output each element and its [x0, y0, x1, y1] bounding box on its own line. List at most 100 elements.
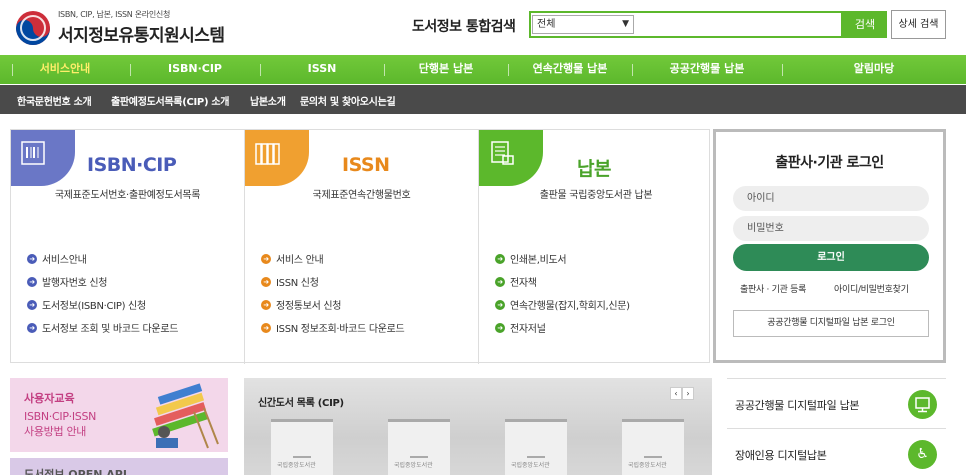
book-cover[interactable]: 국립중앙도서관 [622, 419, 684, 475]
link-label: 연속간행물(잡지,학회지,신문) [510, 301, 630, 312]
arrow-circle-icon: ➜ [261, 299, 271, 310]
library-mark-icon [644, 450, 662, 458]
arrow-circle-icon: ➜ [495, 299, 505, 310]
deposit-link-print[interactable]: ➜ 인쇄본,비도서 [495, 247, 630, 270]
isbn-corner-badge [11, 130, 75, 186]
magazine-stack-icon [255, 143, 280, 165]
book-cover[interactable]: 국립중앙도서관 [271, 419, 333, 475]
login-title: 출판사·기관 로그인 [775, 155, 884, 171]
subnav-isbn-intro[interactable]: 한국문헌번호 소개 [17, 93, 92, 108]
accessible-digital-deposit-link[interactable]: 장애인용 디지털납본 ♿ [727, 428, 946, 475]
nav-divider [12, 64, 13, 76]
link-label: 인쇄본,비도서 [510, 255, 567, 266]
nav-isbn-cip[interactable]: ISBN·CIP [130, 55, 260, 84]
carousel-prev-button[interactable]: ‹ [670, 387, 682, 400]
book-cover[interactable]: 국립중앙도서관 [388, 419, 450, 475]
library-mark-icon [410, 450, 428, 458]
user-education-banner[interactable]: 사용자교육 ISBN·CIP·ISSN 사용방법 안내 [10, 378, 228, 452]
nav-divider [632, 64, 633, 76]
arrow-circle-icon: ➜ [27, 276, 37, 287]
logo-subtitle: ISBN, CIP, 납본, ISSN 온라인신청 [58, 10, 171, 19]
isbn-link-book-apply[interactable]: ➜ 도서정보(ISBN·CIP) 신청 [27, 293, 178, 316]
arrow-circle-icon: ➜ [261, 276, 271, 287]
issn-desc: 국제표준연속간행물번호 [312, 190, 411, 201]
nav-public-deposit[interactable]: 공공간행물 납본 [632, 55, 782, 84]
issn-link-correction[interactable]: ➜ 정정통보서 신청 [261, 293, 404, 316]
password-field[interactable]: 비밀번호 [733, 216, 929, 241]
isbn-link-barcode[interactable]: ➜ 도서정보 조회 및 바코드 다운로드 [27, 316, 178, 339]
digital-deposit-login-button[interactable]: 공공간행물 디지털파일 납본 로그인 [733, 310, 929, 337]
arrow-circle-icon: ➜ [495, 276, 505, 287]
book-stack-illustration-icon [152, 383, 219, 449]
deposit-corner-badge [479, 130, 543, 186]
issn-panel: ISSN 국제표준연속간행물번호 ➜ 서비스 안내 ➜ ISSN 신청 ➜ 정정통보서… [245, 130, 479, 364]
nav-monograph-deposit[interactable]: 단행본 납본 [384, 55, 508, 84]
nav-issn[interactable]: ISSN [260, 55, 384, 84]
site-logo[interactable]: ISBN, CIP, 납본, ISSN 온라인신청 서지정보유통지원시스템 [16, 9, 225, 46]
nav-divider [384, 64, 385, 76]
logo-title: 서지정보유통지원시스템 [58, 26, 225, 46]
arrow-circle-icon: ➜ [27, 322, 37, 333]
library-mark-icon [293, 450, 311, 458]
isbn-cip-title[interactable]: ISBN·CIP [87, 154, 177, 176]
link-label: 정정통보서 신청 [276, 301, 342, 312]
arrow-circle-icon: ➜ [495, 253, 505, 264]
advanced-search-button[interactable]: 상세 검색 [891, 10, 946, 39]
wheelchair-icon: ♿ [908, 440, 937, 469]
link-label: 서비스 안내 [276, 255, 324, 266]
link-label: 도서정보 조회 및 바코드 다운로드 [42, 324, 179, 335]
nav-service-info[interactable]: 서비스안내 [0, 55, 130, 84]
open-api-banner[interactable]: 도서정보 OPEN API [10, 458, 228, 475]
education-title: 사용자교육 [24, 392, 75, 405]
education-desc: ISBN·CIP·ISSN 사용방법 안내 [24, 409, 96, 439]
book-cover[interactable]: 국립중앙도서관 [505, 419, 567, 475]
issn-title[interactable]: ISSN [342, 154, 390, 176]
deposit-link-serials[interactable]: ➜ 연속간행물(잡지,학회지,신문) [495, 293, 630, 316]
book-cover-label: 국립중앙도서관 [394, 462, 433, 469]
nav-divider [260, 64, 261, 76]
login-button[interactable]: 로그인 [733, 244, 929, 271]
subnav-deposit-intro[interactable]: 납본소개 [250, 93, 286, 108]
search-title: 도서정보 통합검색 [412, 19, 516, 35]
link-label: ISSN 정보조회·바코드 다운로드 [276, 324, 405, 335]
isbn-cip-desc: 국제표준도서번호·출판예정도서목록 [54, 190, 201, 201]
link-label: 서비스안내 [42, 255, 87, 266]
deposit-title[interactable]: 납본 [577, 154, 611, 181]
subnav-contact[interactable]: 문의처 및 찾아오시는길 [300, 93, 396, 108]
education-desc-line2: 사용방법 안내 [24, 425, 87, 438]
digital-file-deposit-link[interactable]: 공공간행물 디지털파일 납본 [727, 378, 946, 428]
deposit-desc: 출판물 국립중앙도서관 납본 [539, 190, 653, 201]
arrow-circle-icon: ➜ [495, 322, 505, 333]
search-scope-select[interactable]: 전체 ▼ [532, 15, 634, 34]
barcode-book-icon [21, 141, 45, 165]
subnav-cip-intro[interactable]: 출판예정도서목록(CIP) 소개 [111, 93, 230, 108]
nav-divider [782, 64, 783, 76]
carousel-next-button[interactable]: › [682, 387, 694, 400]
new-books-carousel: 신간도서 목록 (CIP) ‹ › 국립중앙도서관 국립중앙도서관 국립중앙도서… [244, 378, 712, 475]
arrow-circle-icon: ➜ [27, 253, 37, 264]
issn-link-apply[interactable]: ➜ ISSN 신청 [261, 270, 404, 293]
isbn-link-service[interactable]: ➜ 서비스안내 [27, 247, 178, 270]
link-label: 전자저널 [510, 324, 546, 335]
link-label: 발행자번호 신청 [42, 278, 108, 289]
deposit-link-ejournal[interactable]: ➜ 전자저널 [495, 316, 630, 339]
find-account-link[interactable]: 아이디/비밀번호찾기 [834, 282, 909, 295]
link-label: 전자책 [510, 278, 537, 289]
search-button[interactable]: 검색 [843, 11, 887, 38]
id-field[interactable]: 아이디 [733, 186, 929, 211]
register-link[interactable]: 출판사 · 기관 등록 [740, 282, 806, 295]
isbn-link-publisher-apply[interactable]: ➜ 발행자번호 신청 [27, 270, 178, 293]
nav-notice[interactable]: 알림마당 [782, 55, 966, 84]
book-cover-label: 국립중앙도서관 [511, 462, 550, 469]
open-api-label: 도서정보 OPEN API [24, 468, 127, 475]
issn-link-service[interactable]: ➜ 서비스 안내 [261, 247, 404, 270]
sub-navigation: 한국문헌번호 소개 출판예정도서목록(CIP) 소개 납본소개 문의처 및 찾아… [0, 85, 966, 114]
nav-serial-deposit[interactable]: 연속간행물 납본 [508, 55, 632, 84]
issn-link-barcode[interactable]: ➜ ISSN 정보조회·바코드 다운로드 [261, 316, 405, 339]
book-cover-label: 국립중앙도서관 [628, 462, 667, 469]
quick-link-label: 장애인용 디지털납본 [735, 449, 827, 462]
new-books-title: 신간도서 목록 (CIP) [258, 398, 344, 409]
service-panels: ISBN·CIP 국제표준도서번호·출판예정도서목록 ➜ 서비스안내 ➜ 발행자번호… [10, 129, 710, 364]
header: ISBN, CIP, 납본, ISSN 온라인신청 서지정보유통지원시스템 도서… [0, 0, 966, 55]
deposit-link-ebook[interactable]: ➜ 전자책 [495, 270, 630, 293]
